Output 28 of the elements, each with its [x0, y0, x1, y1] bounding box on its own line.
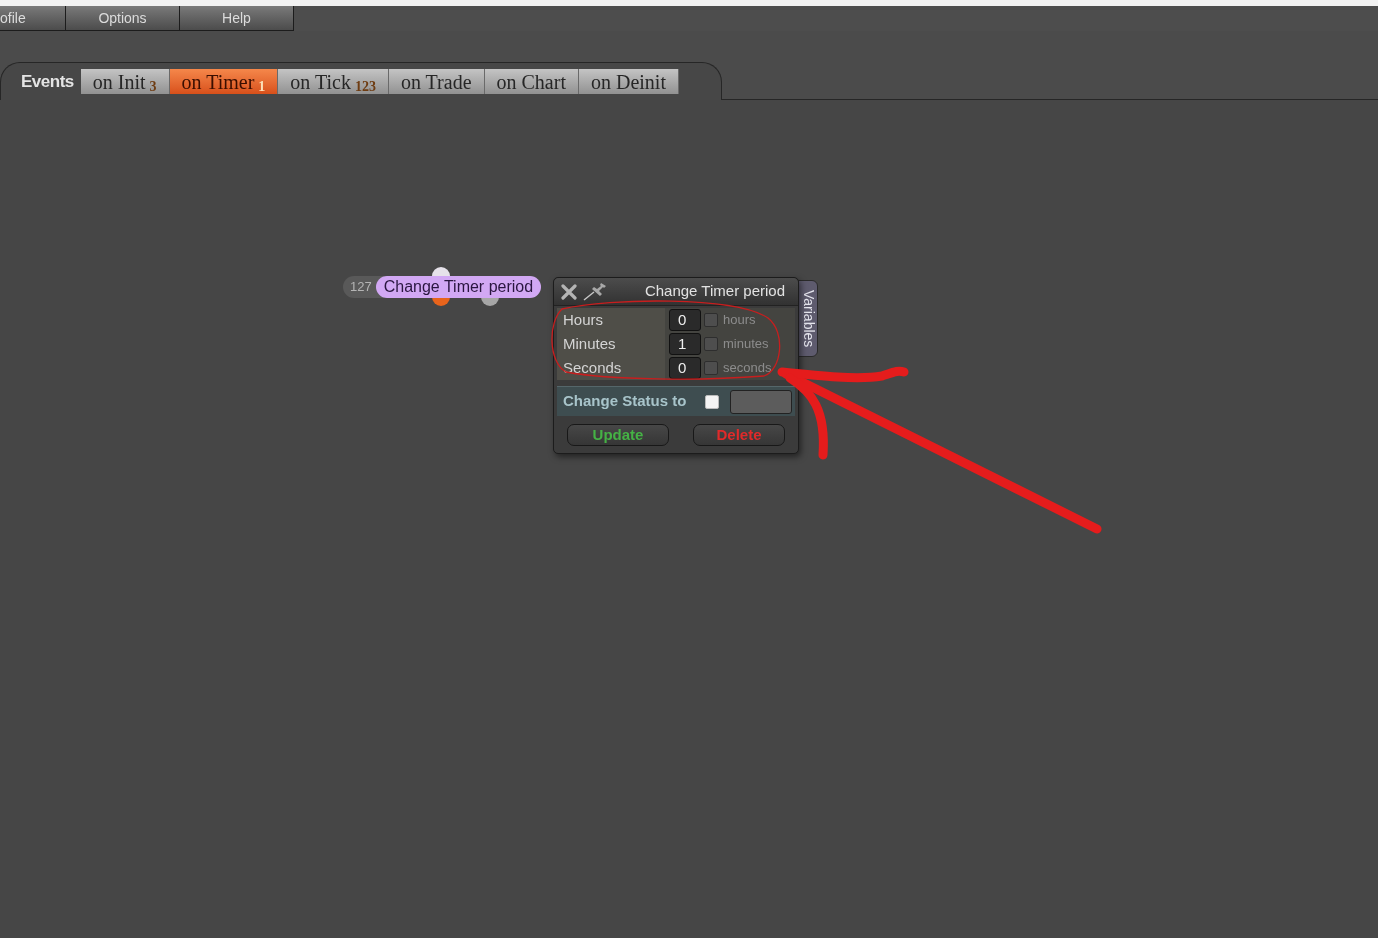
update-button[interactable]: Update	[567, 424, 669, 446]
menu-item[interactable]: Help	[180, 6, 294, 31]
checkbox[interactable]	[704, 313, 718, 327]
unit-label: seconds	[723, 359, 772, 378]
status-label: Change Status to	[563, 391, 687, 412]
node-label[interactable]: Change Timer period	[375, 276, 542, 298]
side-tab[interactable]: Variables	[798, 280, 818, 357]
field-label: Seconds	[557, 356, 665, 380]
field-label: Minutes	[557, 332, 665, 356]
close-icon[interactable]	[561, 283, 577, 300]
event-tab[interactable]: on Chart	[484, 69, 579, 94]
dialog-title: Change Timer period	[644, 281, 786, 302]
input-field[interactable]: 0	[669, 309, 701, 331]
event-tab[interactable]: on Trade	[388, 69, 485, 94]
input-field[interactable]: 1	[669, 333, 701, 355]
unit-label: hours	[723, 311, 756, 330]
menu-item[interactable]: ofile	[0, 6, 66, 31]
events-label: Events	[21, 71, 74, 93]
checkbox[interactable]	[704, 361, 718, 375]
menu-item[interactable]: Options	[66, 6, 180, 31]
pushpin-icon[interactable]	[583, 282, 607, 301]
event-tab[interactable]: on Deinit	[578, 69, 679, 94]
input-field[interactable]: 0	[669, 357, 701, 379]
checkbox[interactable]	[705, 394, 719, 409]
status-field[interactable]	[730, 389, 792, 414]
unit-label: minutes	[723, 335, 769, 354]
field-label: Hours	[557, 308, 665, 332]
checkbox[interactable]	[704, 337, 718, 351]
